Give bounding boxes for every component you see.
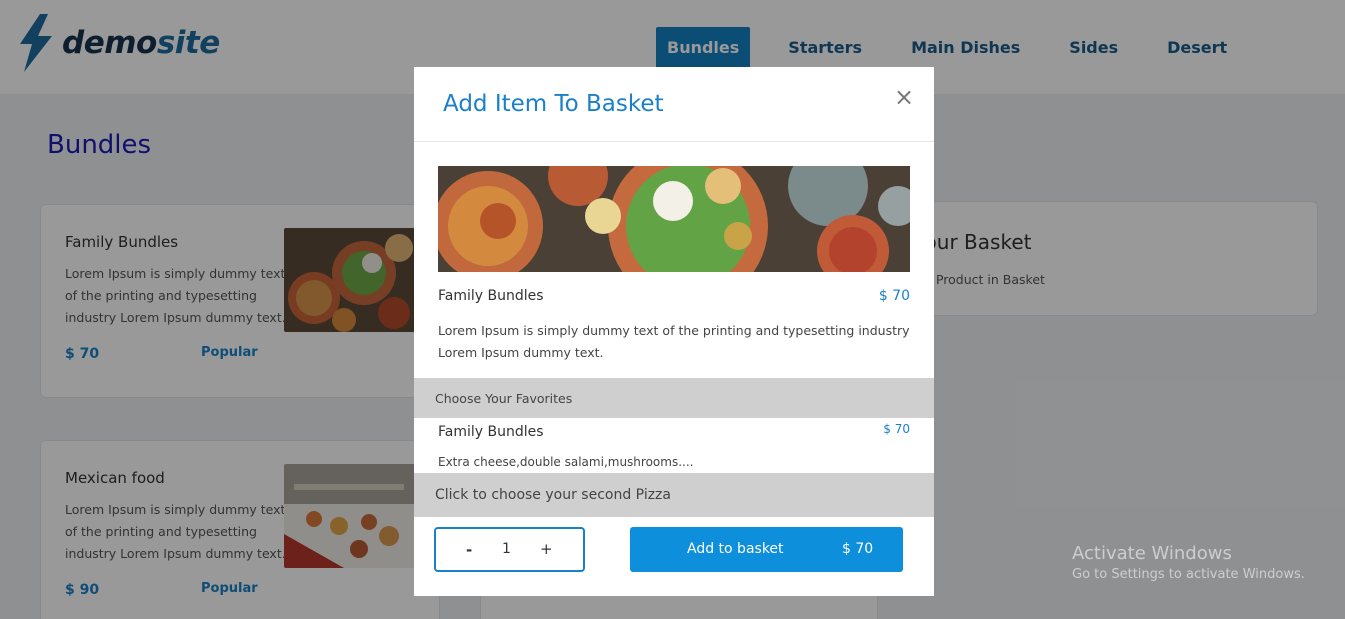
option-name[interactable]: Family Bundles: [438, 424, 544, 440]
option-description: Extra cheese,double salami,mushrooms....: [438, 455, 694, 469]
watermark-line-1: Activate Windows: [1072, 543, 1232, 564]
second-pizza-label: Click to choose your second Pizza: [435, 487, 671, 503]
quantity-value[interactable]: 1: [502, 541, 511, 557]
decrease-quantity-button[interactable]: -: [466, 541, 472, 559]
food-banner-image: [438, 166, 910, 272]
add-item-modal: Add Item To Basket × Family Bundles $ 70…: [414, 67, 934, 596]
windows-activation-watermark: Activate Windows Go to Settings to activ…: [1072, 543, 1305, 582]
increase-quantity-button[interactable]: +: [540, 540, 553, 558]
add-to-basket-button[interactable]: Add to basket $ 70: [630, 527, 903, 572]
modal-title: Add Item To Basket: [443, 91, 664, 117]
favorites-header: Choose Your Favorites: [414, 378, 934, 418]
quantity-stepper: - 1 +: [434, 527, 585, 572]
favorites-label: Choose Your Favorites: [435, 391, 573, 406]
item-price: $ 70: [878, 288, 910, 304]
close-icon[interactable]: ×: [894, 83, 914, 111]
modal-header: Add Item To Basket ×: [414, 67, 934, 142]
second-pizza-selector[interactable]: Click to choose your second Pizza: [414, 473, 934, 517]
item-name: Family Bundles: [438, 288, 544, 304]
add-to-basket-label: Add to basket: [687, 541, 784, 557]
watermark-line-2: Go to Settings to activate Windows.: [1072, 567, 1305, 582]
option-price: $ 70: [883, 422, 910, 436]
item-description: Lorem Ipsum is simply dummy text of the …: [438, 323, 910, 360]
add-to-basket-price: $ 70: [842, 541, 874, 557]
